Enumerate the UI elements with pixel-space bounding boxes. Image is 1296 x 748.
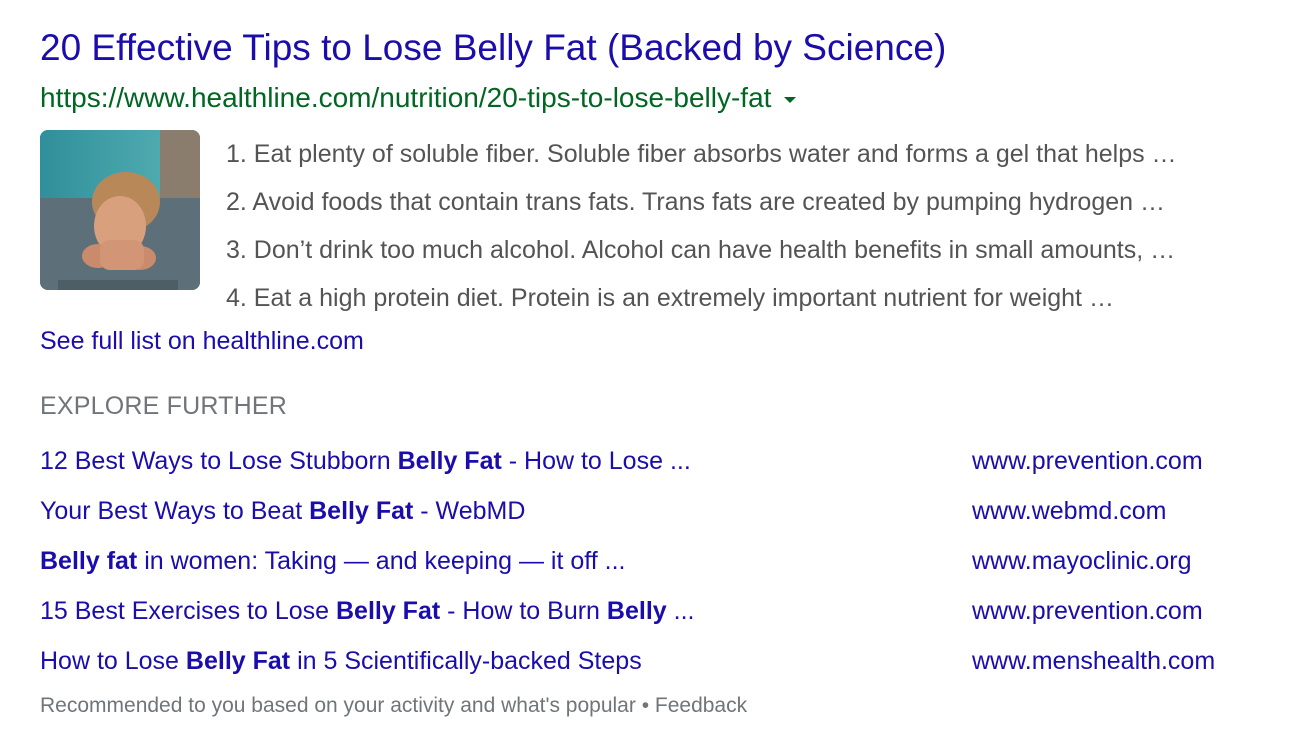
footer: Recommended to you based on your activit… (40, 692, 747, 720)
see-full-list-link[interactable]: See full list on healthline.com (40, 324, 364, 358)
related-result-site[interactable]: www.webmd.com (972, 494, 1167, 528)
related-result-link[interactable]: 12 Best Ways to Lose Stubborn Belly Fat … (40, 444, 691, 478)
related-result-row: Belly fat in women: Taking — and keeping… (40, 536, 1260, 586)
related-result-site[interactable]: www.prevention.com (972, 594, 1203, 628)
link-text: 15 Best Exercises to Lose (40, 597, 336, 625)
related-result-row: How to Lose Belly Fat in 5 Scientificall… (40, 636, 1260, 686)
footer-separator: • (635, 694, 655, 717)
highlighted-keyword: Belly fat (40, 547, 138, 575)
highlighted-keyword: Belly Fat (185, 647, 291, 675)
list-item: 1. Eat plenty of soluble fiber. Soluble … (226, 140, 1177, 168)
link-text: - How to Lose ... (501, 447, 691, 475)
link-text: ... (666, 597, 695, 625)
related-result-site[interactable]: www.prevention.com (972, 444, 1203, 478)
link-text: in women: Taking — and keeping — it off … (137, 547, 626, 575)
highlighted-keyword: Belly Fat (309, 497, 414, 525)
highlighted-keyword: Belly Fat (335, 597, 441, 625)
related-result-site[interactable]: www.menshealth.com (972, 644, 1215, 678)
explore-further-heading: EXPLORE FURTHER (40, 392, 288, 420)
list-item: 2. Avoid foods that contain trans fats. … (226, 188, 1165, 216)
result-snippet-list: 1. Eat plenty of soluble fiber. Soluble … (226, 130, 1177, 322)
result-title-link[interactable]: 20 Effective Tips to Lose Belly Fat (Bac… (40, 26, 946, 70)
result-url-row: https://www.healthline.com/nutrition/20-… (40, 80, 797, 116)
link-text: in 5 Scientifically-backed Steps (290, 647, 642, 675)
related-results-list: 12 Best Ways to Lose Stubborn Belly Fat … (40, 436, 1260, 686)
related-result-site[interactable]: www.mayoclinic.org (972, 544, 1192, 578)
related-result-link[interactable]: Your Best Ways to Beat Belly Fat - WebMD (40, 494, 525, 528)
highlighted-keyword: Belly Fat (397, 447, 502, 475)
related-result-link[interactable]: How to Lose Belly Fat in 5 Scientificall… (40, 644, 642, 678)
result-url: https://www.healthline.com/nutrition/20-… (40, 82, 772, 113)
footer-text: Recommended to you based on your activit… (40, 694, 636, 717)
related-result-row: 12 Best Ways to Lose Stubborn Belly Fat … (40, 436, 1260, 486)
result-thumbnail[interactable] (40, 130, 200, 290)
list-item: 4. Eat a high protein diet. Protein is a… (226, 284, 1114, 312)
link-text: How to Lose (40, 647, 186, 675)
link-text: 12 Best Ways to Lose Stubborn (40, 447, 398, 475)
link-text: - How to Burn (440, 597, 607, 625)
highlighted-keyword: Belly (606, 597, 667, 625)
related-result-link[interactable]: 15 Best Exercises to Lose Belly Fat - Ho… (40, 594, 694, 628)
list-item: 3. Don’t drink too much alcohol. Alcohol… (226, 236, 1176, 264)
related-result-row: 15 Best Exercises to Lose Belly Fat - Ho… (40, 586, 1260, 636)
related-result-row: Your Best Ways to Beat Belly Fat - WebMD… (40, 486, 1260, 536)
link-text: Your Best Ways to Beat (40, 497, 310, 525)
yoga-thumbnail-image (40, 130, 200, 290)
feedback-link[interactable]: Feedback (655, 694, 747, 717)
caret-down-icon[interactable] (784, 97, 797, 103)
link-text: - WebMD (413, 497, 526, 525)
related-result-link[interactable]: Belly fat in women: Taking — and keeping… (40, 544, 626, 578)
